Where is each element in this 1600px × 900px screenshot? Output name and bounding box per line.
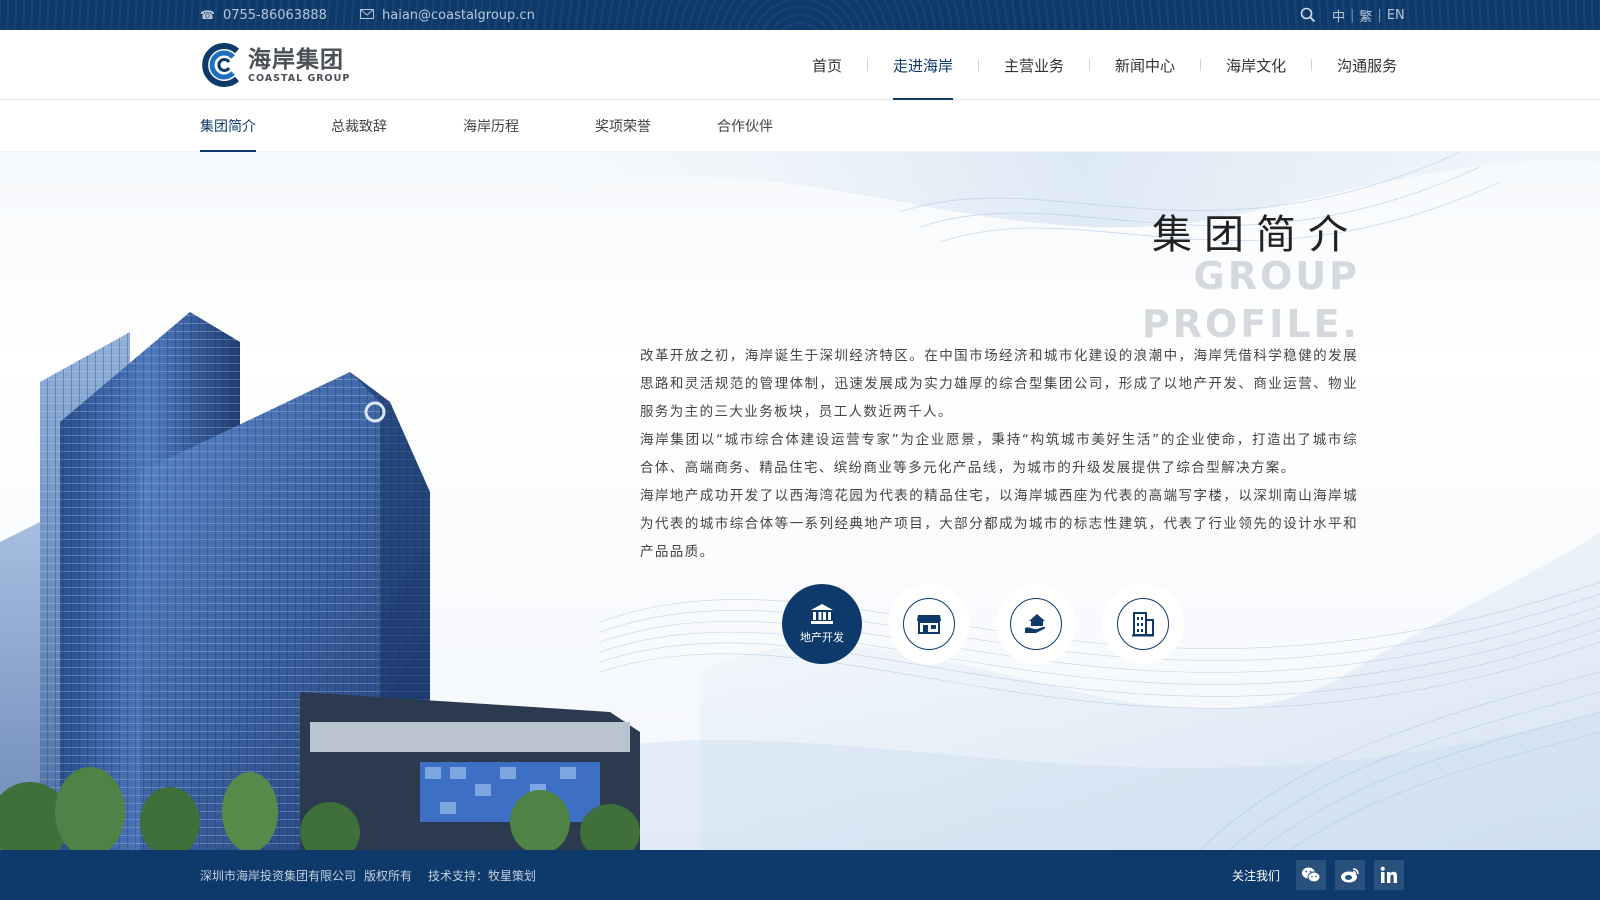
main-content: 集团简介 GROUP PROFILE. 改革开放之初，海岸诞生于深圳经济特区。在…: [0, 152, 1600, 850]
bank-icon: [811, 604, 833, 624]
phone-icon: ☎: [200, 8, 215, 22]
business-office-button[interactable]: [1103, 584, 1183, 664]
follow-us-label: 关注我们: [1232, 868, 1281, 883]
nav-divider: [1089, 59, 1091, 71]
subnav-president-speech[interactable]: 总裁致辞: [331, 100, 387, 152]
linkedin-icon: [1380, 866, 1397, 883]
office-building-icon: [1132, 612, 1154, 637]
nav-culture[interactable]: 海岸文化: [1226, 30, 1286, 100]
nav-news[interactable]: 新闻中心: [1115, 30, 1175, 100]
lang-separator: |: [1350, 7, 1355, 23]
intro-paragraph: 海岸地产成功开发了以西海湾花园为代表的精品住宅，以海岸城西座为代表的高端写字楼，…: [640, 488, 1358, 560]
title-english-line-2: PROFILE.: [1141, 302, 1360, 346]
nav-business[interactable]: 主营业务: [1004, 30, 1064, 100]
search-icon[interactable]: [1300, 7, 1316, 23]
section-title-english: GROUP PROFILE.: [1142, 252, 1360, 348]
title-english-line-1: GROUP: [1193, 254, 1360, 298]
nav-divider: [1200, 59, 1202, 71]
intro-paragraph: 改革开放之初，海岸诞生于深圳经济特区。在中国市场经济和城市化建设的浪潮中，海岸凭…: [640, 348, 1358, 420]
business-real-estate-button[interactable]: 地产开发: [782, 584, 862, 664]
sub-nav: 集团简介 总裁致辞 海岸历程 奖项荣誉 合作伙伴: [0, 100, 1600, 152]
lang-english[interactable]: EN: [1387, 8, 1405, 23]
wechat-button[interactable]: [1296, 860, 1326, 890]
hand-house-icon: [1025, 614, 1046, 633]
lang-simplified[interactable]: 中: [1332, 6, 1345, 25]
subnav-partners[interactable]: 合作伙伴: [717, 100, 773, 152]
nav-about[interactable]: 走进海岸: [893, 30, 954, 100]
headquarters-building-image: [0, 312, 640, 850]
subnav-profile[interactable]: 集团简介: [200, 100, 256, 152]
nav-divider: [1311, 59, 1313, 71]
email-contact[interactable]: haian@coastalgroup.cn: [360, 0, 535, 30]
copyright: 深圳市海岸投资集团有限公司 版权所有 技术支持：牧星策划: [200, 850, 536, 900]
footer: 深圳市海岸投资集团有限公司 版权所有 技术支持：牧星策划 关注我们: [0, 850, 1600, 900]
phone-number: 0755-86063888: [222, 7, 327, 23]
weibo-icon: [1341, 868, 1359, 883]
mail-icon: [360, 8, 374, 22]
top-bar: ☎ 0755-86063888 haian@coastalgroup.cn 中 …: [0, 0, 1600, 30]
coastal-logo-icon: [202, 43, 240, 87]
intro-paragraph: 海岸集团以“城市综合体建设运营专家”为企业愿景，秉持“构筑城市美好生活”的企业使…: [640, 432, 1358, 476]
business-commercial-button[interactable]: [889, 584, 969, 664]
store-icon: [917, 615, 941, 634]
lang-separator: |: [1377, 7, 1382, 23]
nav-divider: [867, 59, 869, 71]
tech-support[interactable]: 技术支持：牧星策划: [428, 867, 536, 884]
email-address[interactable]: haian@coastalgroup.cn: [382, 8, 535, 23]
nav-divider: [978, 59, 980, 71]
company-introduction: 改革开放之初，海岸诞生于深圳经济特区。在中国市场经济和城市化建设的浪潮中，海岸凭…: [640, 342, 1358, 566]
rights-text: 版权所有: [364, 868, 413, 883]
nav-service[interactable]: 沟通服务: [1337, 30, 1397, 100]
phone-contact: ☎ 0755-86063888: [200, 0, 327, 30]
business-icons: 地产开发: [782, 584, 1210, 664]
header: 海岸集团 COASTAL GROUP 首页 走进海岸 主营业务 新闻中心 海岸文…: [0, 30, 1600, 100]
linkedin-button[interactable]: [1374, 860, 1404, 890]
logo-english-name: COASTAL GROUP: [248, 72, 351, 84]
subnav-history[interactable]: 海岸历程: [463, 100, 519, 152]
wechat-icon: [1302, 867, 1321, 883]
weibo-button[interactable]: [1335, 860, 1365, 890]
nav-home[interactable]: 首页: [812, 30, 842, 100]
business-label: 地产开发: [800, 631, 844, 644]
language-switcher: 中 | 繁 | EN: [1332, 0, 1405, 30]
subnav-awards[interactable]: 奖项荣誉: [595, 100, 651, 152]
lang-traditional[interactable]: 繁: [1359, 6, 1372, 25]
business-property-service-button[interactable]: [996, 584, 1076, 664]
company-name: 深圳市海岸投资集团有限公司: [200, 868, 357, 883]
main-nav: 首页 走进海岸 主营业务 新闻中心 海岸文化 沟通服务: [812, 30, 1397, 100]
logo[interactable]: 海岸集团 COASTAL GROUP: [200, 42, 350, 88]
logo-chinese-name: 海岸集团: [248, 46, 344, 73]
